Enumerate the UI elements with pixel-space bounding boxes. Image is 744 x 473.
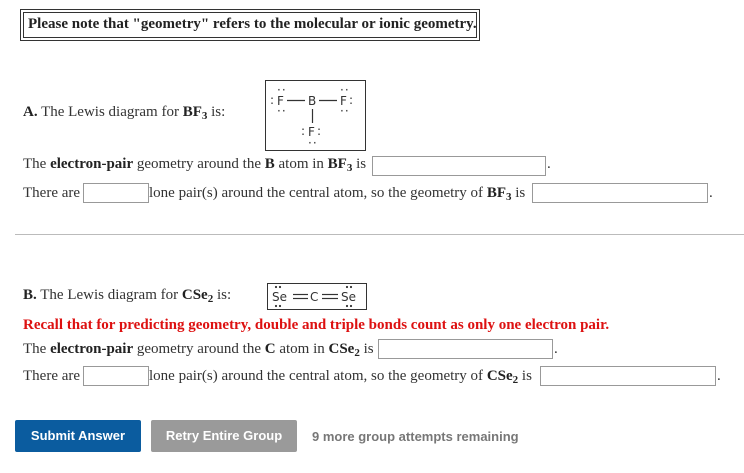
part-b-question-2: lone pair(s) around the central atom, so… xyxy=(149,368,532,386)
cse2-center-c: C xyxy=(310,290,318,304)
bf3-left-f-lone-pair: : xyxy=(270,93,274,107)
part-b-intro-suffix: is: xyxy=(213,287,232,303)
cse2-left-se: Se xyxy=(272,290,287,304)
cse2-lewis-svg: Se C Se xyxy=(272,285,356,308)
cse2-geometry-input[interactable] xyxy=(540,366,716,386)
bf3-left-f-bottom-dots: ·· xyxy=(277,104,287,118)
part-a-q2-period: . xyxy=(709,185,713,201)
cse2-electron-pair-geometry-input[interactable] xyxy=(378,339,553,359)
bf3-lone-pairs-input[interactable] xyxy=(83,183,149,203)
part-a-intro: A. The Lewis diagram for BF3 is: xyxy=(23,104,226,122)
cse2-lewis-diagram: Se C Se xyxy=(267,283,367,310)
part-a-question-1: The electron-pair geometry around the B … xyxy=(23,156,367,174)
part-b-q2-formula: CSe2 xyxy=(486,368,519,386)
part-a-intro-suffix: is: xyxy=(207,104,226,120)
part-b-intro-text: The Lewis diagram for xyxy=(36,287,182,303)
central-atom-label-b: C xyxy=(264,341,276,357)
part-b-formula: CSe2 xyxy=(181,287,214,305)
bf3-center-b: B xyxy=(308,94,316,108)
recall-note: Recall that for predicting geometry, dou… xyxy=(23,317,610,333)
bf3-geometry-input[interactable] xyxy=(532,183,708,203)
part-a-q1-formula: BF3 xyxy=(327,156,353,174)
bf3-bottom-f-bottom-dots: ·· xyxy=(308,136,318,150)
electron-pair-label-a: electron-pair xyxy=(50,156,134,172)
part-a-q2-prefix: There are xyxy=(23,185,81,201)
retry-entire-group-button[interactable]: Retry Entire Group xyxy=(151,420,297,452)
section-divider xyxy=(15,234,744,235)
part-a-q1-period: . xyxy=(547,156,551,172)
bf3-right-f-top-dots: ·· xyxy=(340,83,350,97)
cse2-lone-pairs-input[interactable] xyxy=(83,366,149,386)
bf3-lewis-diagram: : F ·· ·· B F : ·· ·· : F : ·· xyxy=(265,80,366,151)
part-a-letter: A. xyxy=(23,104,38,120)
part-b-intro: B. The Lewis diagram for CSe2 is: xyxy=(23,287,232,305)
part-a-question-2: lone pair(s) around the central atom, so… xyxy=(149,185,526,203)
part-b-question-1: The electron-pair geometry around the C … xyxy=(23,341,374,359)
part-a-formula: BF3 xyxy=(182,104,208,122)
cse2-right-se: Se xyxy=(341,290,356,304)
bf3-right-f-bottom-dots: ·· xyxy=(340,104,350,118)
bf3-bottom-f-left-lone-pair: : xyxy=(301,124,305,138)
bf3-lewis-svg: : F ·· ·· B F : ·· ·· : F : ·· xyxy=(270,83,353,150)
part-b-letter: B. xyxy=(23,287,37,303)
part-b-q1-formula: CSe2 xyxy=(328,341,360,359)
bf3-electron-pair-geometry-input[interactable] xyxy=(372,156,546,176)
part-b-q2-prefix: There are xyxy=(23,368,81,384)
attempts-remaining-text: 9 more group attempts remaining xyxy=(312,429,519,444)
central-atom-label-a: B xyxy=(264,156,275,172)
electron-pair-label-b: electron-pair xyxy=(50,341,134,357)
part-a-intro-text: The Lewis diagram for xyxy=(37,104,183,120)
part-b-q1-period: . xyxy=(554,341,558,357)
part-a-q2-formula: BF3 xyxy=(486,185,512,203)
geometry-note: Please note that "geometry" refers to th… xyxy=(23,12,477,38)
part-b-q2-period: . xyxy=(717,368,721,384)
bf3-left-f-top-dots: ·· xyxy=(277,83,287,97)
submit-answer-button[interactable]: Submit Answer xyxy=(15,420,141,452)
